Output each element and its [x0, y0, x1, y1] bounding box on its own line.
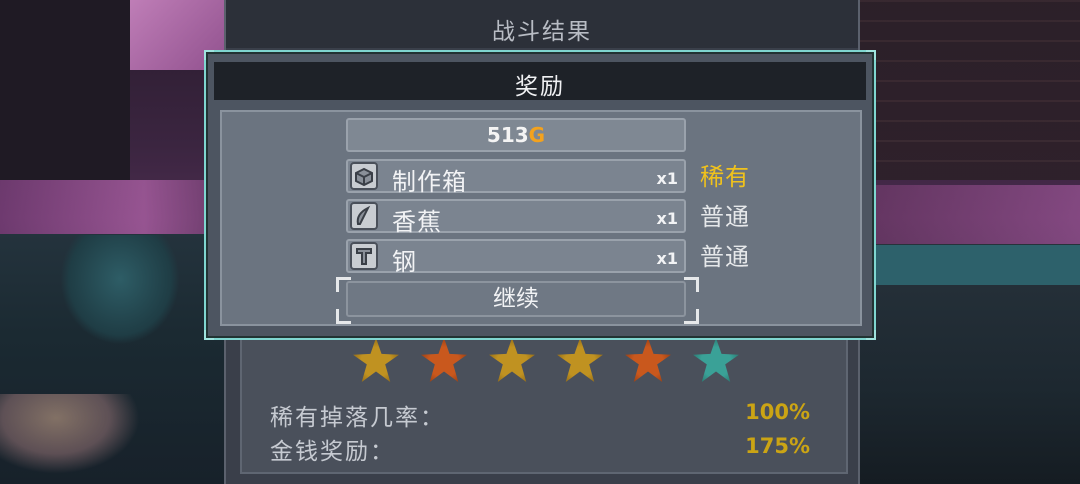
star-icon [557, 338, 603, 382]
money-reward-label: 金钱奖励： [270, 439, 395, 465]
modal-corner [204, 50, 214, 60]
gold-reward: 513G [346, 118, 686, 152]
rare-drop-rate-value: 100% [745, 400, 810, 424]
background-foliage-right [860, 245, 1080, 285]
star-icon [421, 338, 467, 382]
banana-icon [350, 202, 378, 230]
modal-corner [866, 50, 876, 60]
selection-bracket-icon [336, 309, 351, 324]
item-rarity: 普通 [700, 203, 750, 231]
modal-corner [866, 330, 876, 340]
star-icon [625, 338, 671, 382]
reward-item-row: 钢 x1 [346, 239, 686, 276]
rating-stars [353, 338, 753, 386]
item-rarity: 稀有 [700, 163, 750, 191]
continue-button[interactable]: 继续 [346, 281, 686, 317]
selection-bracket-icon [684, 277, 699, 292]
gold-suffix: G [528, 123, 546, 147]
background-wall-right [860, 0, 1080, 180]
item-rarity: 普通 [700, 243, 750, 271]
modal-header: 奖励 [214, 62, 866, 100]
star-icon [693, 338, 739, 382]
star-icon [489, 338, 535, 382]
steel-icon [350, 242, 378, 270]
modal-title: 奖励 [515, 74, 565, 100]
reward-item-row: 制作箱 x1 [346, 159, 686, 196]
results-title-bar: 战斗结果 [226, 0, 858, 48]
selection-bracket-icon [684, 309, 699, 324]
star-icon [353, 338, 399, 382]
background-mushrooms [0, 394, 140, 474]
item-quantity: x1 [656, 249, 678, 268]
results-title: 战斗结果 [492, 19, 592, 45]
background-rock-left [0, 0, 130, 180]
item-name: 钢 [392, 248, 417, 276]
gold-amount: 513 [486, 123, 529, 147]
reward-item-row: 香蕉 x1 [346, 199, 686, 236]
item-quantity: x1 [656, 209, 678, 228]
crafting-box-icon [350, 162, 378, 190]
selection-bracket-icon [336, 277, 351, 292]
item-quantity: x1 [656, 169, 678, 188]
modal-corner [204, 330, 214, 340]
money-reward-value: 175% [745, 434, 810, 458]
background-plant [60, 235, 180, 345]
rare-drop-rate-label: 稀有掉落几率： [270, 405, 445, 431]
item-name: 香蕉 [392, 208, 442, 236]
item-name: 制作箱 [392, 168, 467, 196]
